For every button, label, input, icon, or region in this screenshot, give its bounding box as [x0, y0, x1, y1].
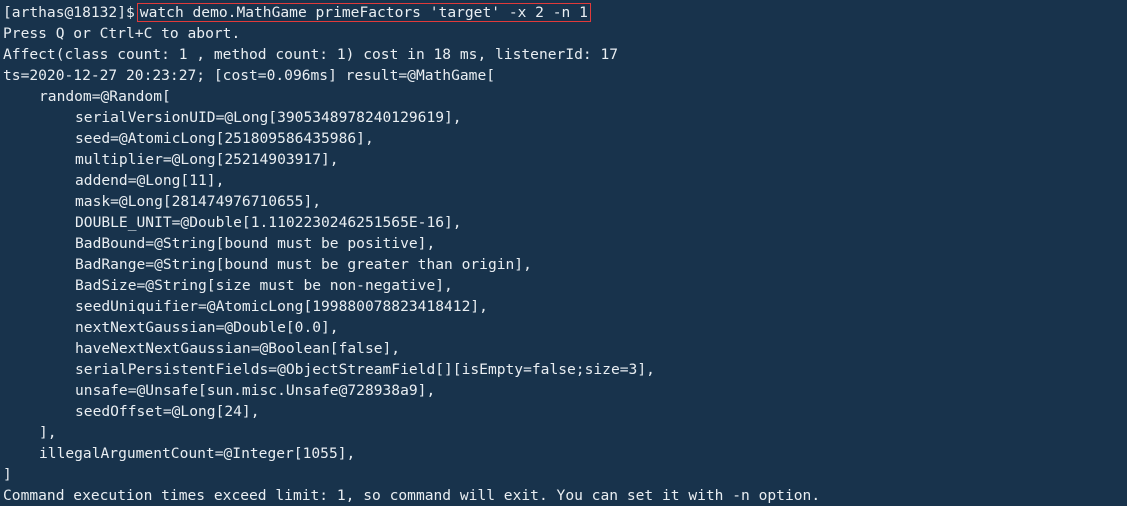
random-field-line: haveNextNextGaussian=@Boolean[false],: [75, 340, 401, 357]
affect-summary: Affect(class count: 1 , method count: 1)…: [3, 46, 619, 63]
random-field-line: BadRange=@String[bound must be greater t…: [75, 256, 532, 273]
result-close-bracket: ]: [3, 466, 12, 483]
random-field-line: multiplier=@Long[25214903917],: [75, 151, 339, 168]
random-field-line: seedOffset=@Long[24],: [75, 403, 260, 420]
command-line: [arthas@18132]$ watch demo.MathGame prim…: [3, 2, 1127, 23]
shell-prompt: [arthas@18132]$: [3, 4, 135, 21]
exit-message: Command execution times exceed limit: 1,…: [3, 487, 821, 504]
random-field-line: DOUBLE_UNIT=@Double[1.1102230246251565E-…: [75, 214, 462, 231]
random-field-line: BadSize=@String[size must be non-negativ…: [75, 277, 453, 294]
random-field-line: addend=@Long[11],: [75, 172, 225, 189]
random-field-open: random=@Random[: [39, 88, 171, 105]
highlighted-command: watch demo.MathGame primeFactors 'target…: [136, 3, 591, 22]
random-field-line: seedUniquifier=@AtomicLong[1998800788234…: [75, 298, 488, 315]
random-field-line: serialVersionUID=@Long[39053489782401296…: [75, 109, 462, 126]
abort-hint: Press Q or Ctrl+C to abort.: [3, 25, 241, 42]
random-field-line: mask=@Long[281474976710655],: [75, 193, 322, 210]
random-field-line: serialPersistentFields=@ObjectStreamFiel…: [75, 361, 655, 378]
random-field-line: nextNextGaussian=@Double[0.0],: [75, 319, 339, 336]
random-field-line: seed=@AtomicLong[251809586435986],: [75, 130, 374, 147]
terminal-window[interactable]: [arthas@18132]$ watch demo.MathGame prim…: [0, 0, 1127, 506]
watch-result-header: ts=2020-12-27 20:23:27; [cost=0.096ms] r…: [3, 67, 496, 84]
random-field-line: BadBound=@String[bound must be positive]…: [75, 235, 436, 252]
illegal-argument-count-line: illegalArgumentCount=@Integer[1055],: [39, 445, 356, 462]
random-field-close: ],: [39, 424, 57, 441]
random-field-line: unsafe=@Unsafe[sun.misc.Unsafe@728938a9]…: [75, 382, 436, 399]
